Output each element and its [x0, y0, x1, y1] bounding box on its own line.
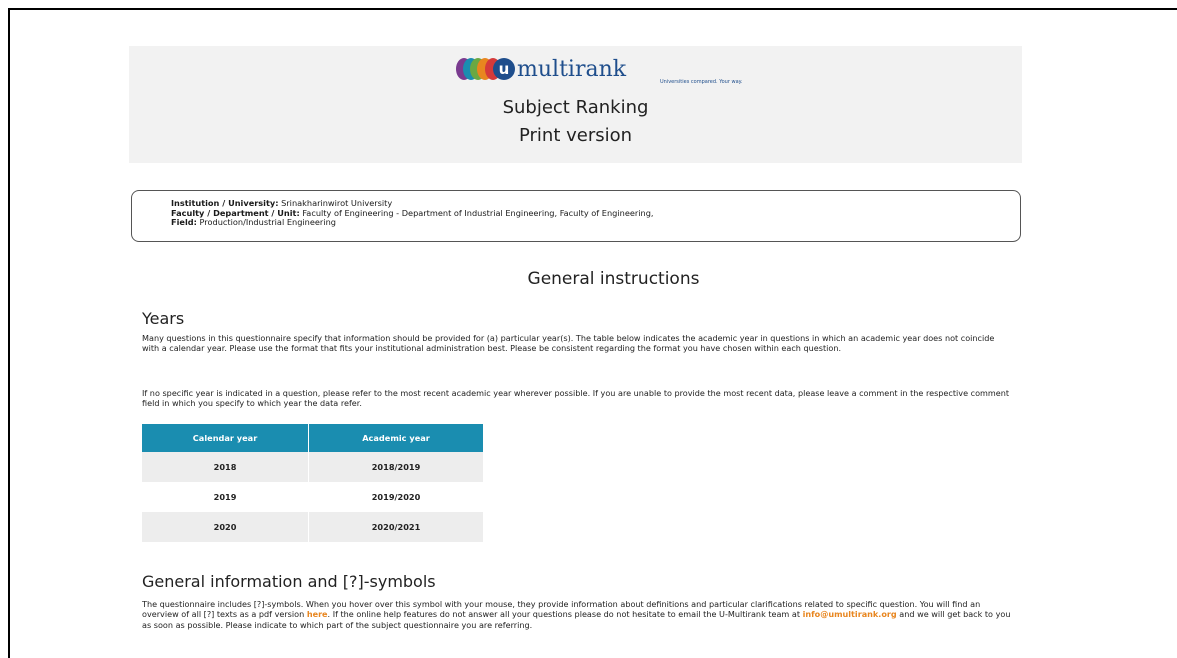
- calendar-year-cell: 2019: [142, 482, 309, 512]
- table-row: 2019 2019/2020: [142, 482, 483, 512]
- general-info-paragraph: The questionnaire includes [?]-symbols. …: [142, 599, 1012, 630]
- faculty-value: Faculty of Engineering - Department of I…: [299, 207, 654, 218]
- calendar-year-cell: 2018: [142, 452, 309, 482]
- field-label: Field:: [171, 217, 197, 228]
- year-mapping-table: Calendar year Academic year 2018 2018/20…: [142, 424, 483, 542]
- academic-year-cell: 2020/2021: [308, 512, 483, 542]
- years-paragraph-1: Many questions in this questionnaire spe…: [142, 333, 995, 354]
- logo-tagline: Universities compared. Your way.: [660, 79, 743, 85]
- field-value: Production/Industrial Engineering: [196, 217, 336, 228]
- academic-year-cell: 2018/2019: [308, 452, 483, 482]
- years-heading: Years: [142, 309, 185, 328]
- general-instructions-title: General instructions: [527, 269, 700, 289]
- institution-value: Srinakharinwirot University: [278, 198, 393, 208]
- table-row: 2020 2020/2021: [142, 512, 483, 542]
- institution-info-box: Institution / University: Srinakharinwir…: [131, 190, 1021, 242]
- academic-year-cell: 2019/2020: [308, 482, 483, 512]
- general-info-heading: General information and [?]-symbols: [142, 572, 436, 591]
- logo: u multirank: [129, 53, 1022, 85]
- column-header-academic-year: Academic year: [308, 424, 483, 452]
- logo-letter: u: [498, 60, 509, 78]
- pdf-overview-link[interactable]: here: [307, 609, 328, 619]
- page-subtitle: Print version: [518, 125, 633, 146]
- general-info-text-b: . If the online help features do not ans…: [327, 609, 803, 620]
- institution-label: Institution / University:: [171, 198, 279, 208]
- years-paragraph-2: If no specific year is indicated in a qu…: [142, 388, 1010, 409]
- table-row: 2018 2018/2019: [142, 452, 483, 482]
- column-header-calendar-year: Calendar year: [142, 424, 309, 452]
- calendar-year-cell: 2020: [142, 512, 309, 542]
- faculty-label: Faculty / Department / Unit:: [171, 207, 300, 218]
- logo-text: multirank: [517, 57, 627, 82]
- support-email-link[interactable]: info@umultirank.org: [803, 609, 897, 619]
- header-band: u multirank Universities compared. Your …: [129, 46, 1022, 163]
- table-header-row: Calendar year Academic year: [142, 424, 483, 452]
- page-title: Subject Ranking: [502, 97, 649, 118]
- field-line: Field: Production/Industrial Engineering: [171, 217, 1020, 228]
